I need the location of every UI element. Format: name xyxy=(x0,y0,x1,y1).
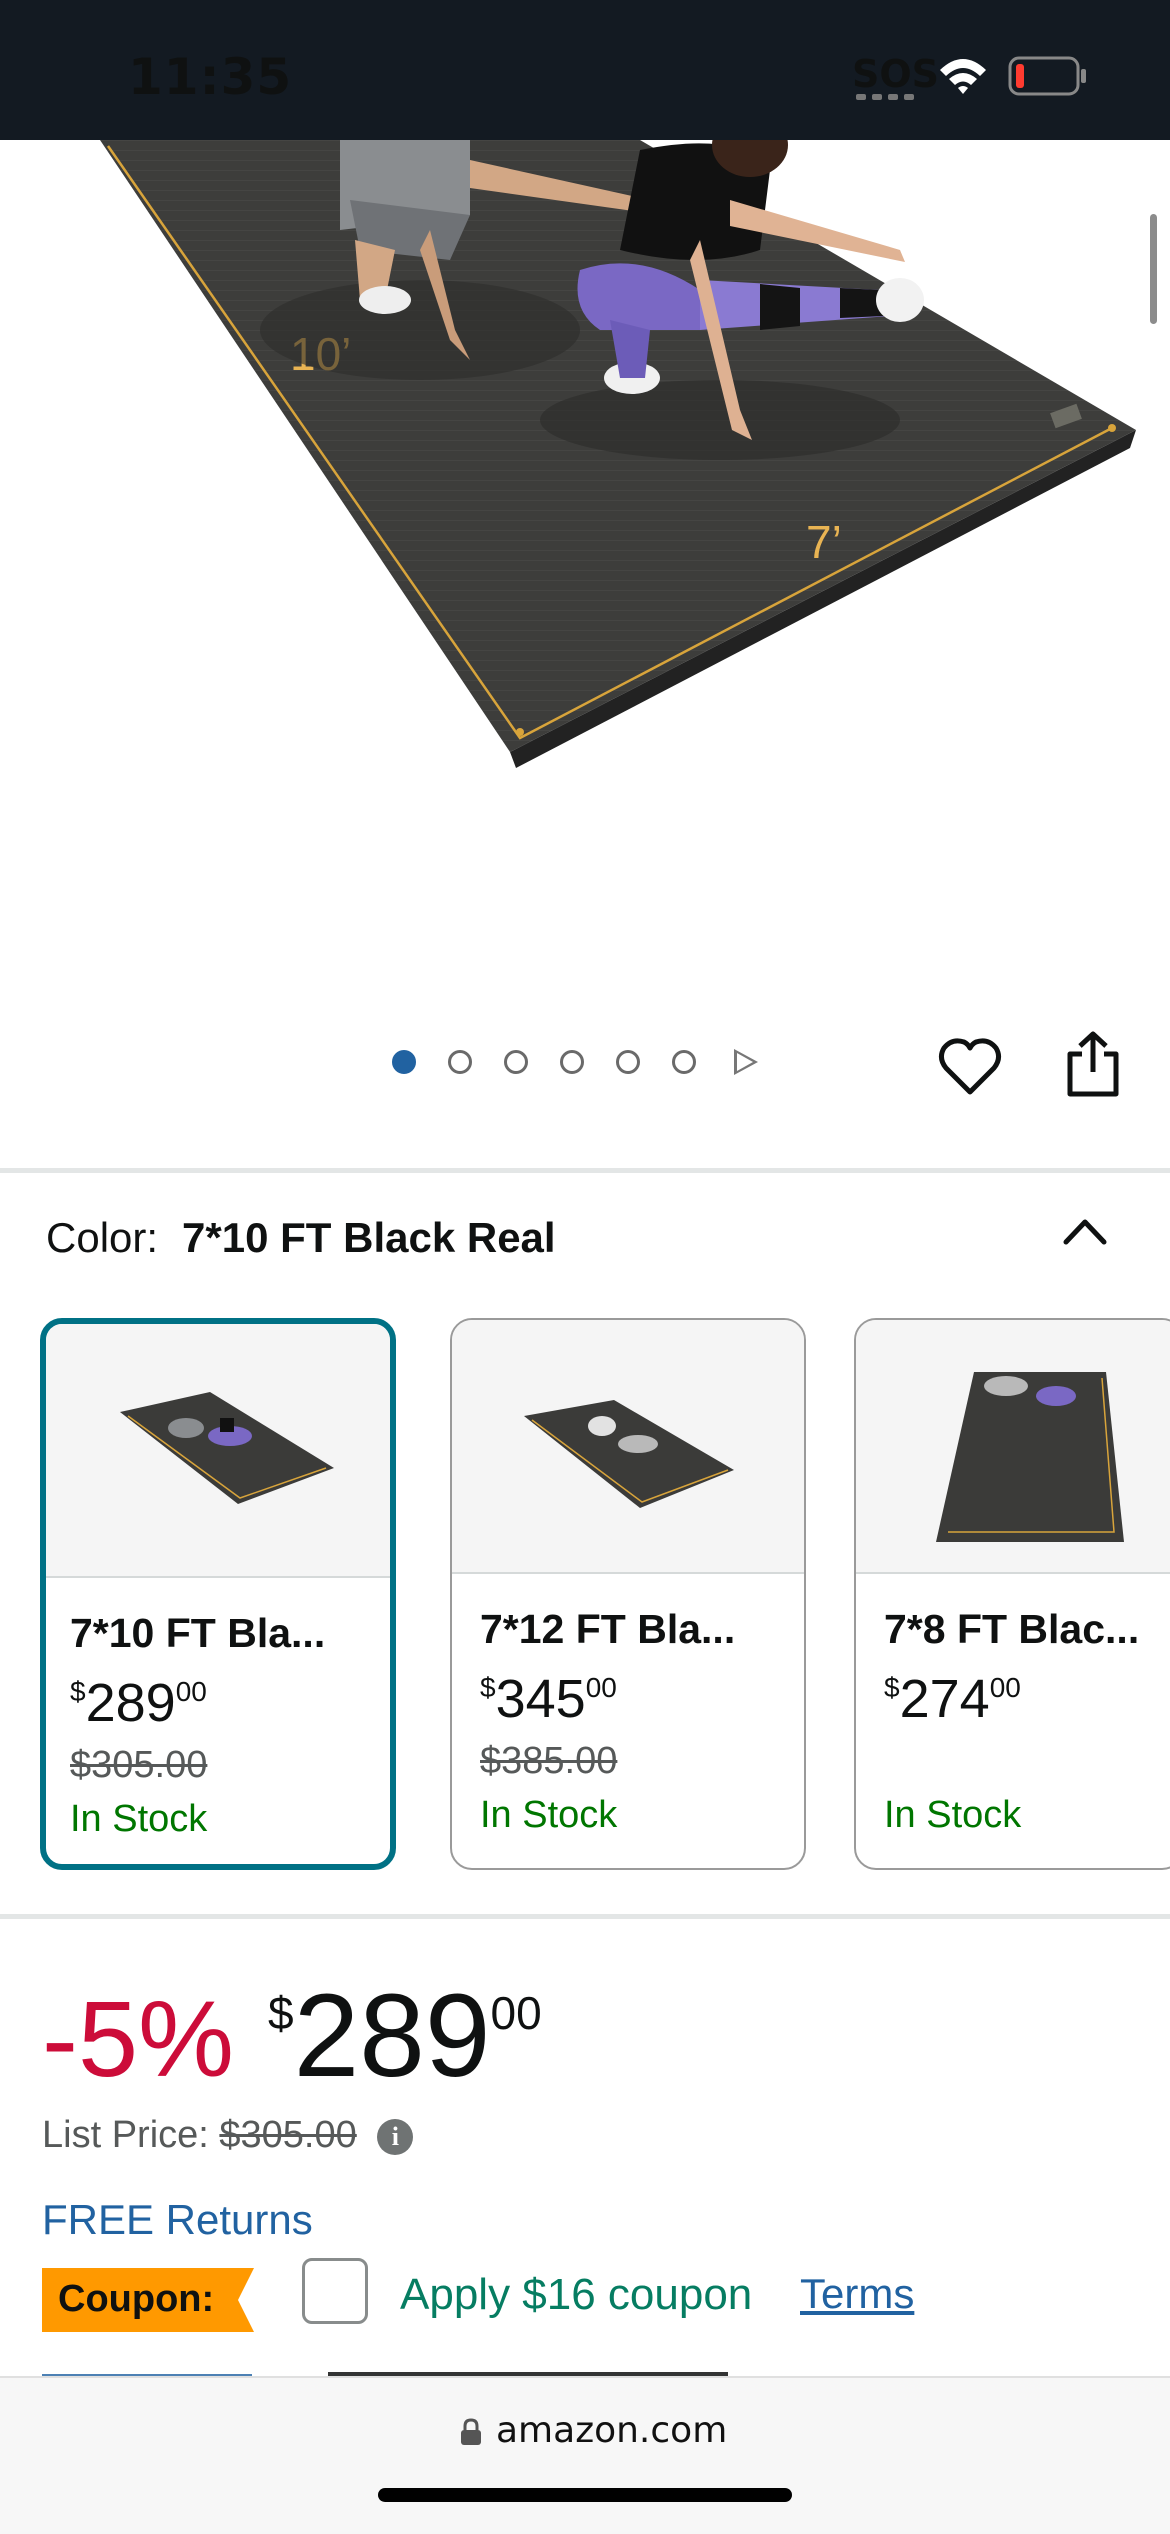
variant-list-price: $385.00 xyxy=(480,1740,618,1782)
discount-percent: -5% xyxy=(42,1978,235,2099)
list-price-row: List Price: $305.00 i xyxy=(42,2114,414,2157)
variant-title: 7*8 FT Blac... xyxy=(884,1606,1140,1652)
variant-price: $34500 xyxy=(480,1669,617,1729)
variant-stock: In Stock xyxy=(884,1794,1022,1836)
info-icon[interactable]: i xyxy=(377,2118,414,2155)
variant-title: 7*10 FT Bla... xyxy=(70,1610,326,1656)
sos-indicator: SOS xyxy=(852,52,940,96)
variant-stock: In Stock xyxy=(70,1798,208,1840)
color-label: Color: xyxy=(46,1214,159,1261)
image-carousel-dots[interactable] xyxy=(390,1049,770,1086)
variant-image xyxy=(856,1320,1170,1574)
carousel-dot-4[interactable] xyxy=(560,1050,584,1074)
section-divider xyxy=(0,1168,1170,1173)
wifi-icon xyxy=(940,59,986,94)
wishlist-heart-icon[interactable] xyxy=(938,1036,1002,1096)
share-icon[interactable] xyxy=(1064,1030,1122,1098)
carousel-dot-5[interactable] xyxy=(616,1050,640,1074)
coupon-checkbox[interactable] xyxy=(302,2258,368,2324)
battery-low-icon xyxy=(1008,56,1086,96)
carousel-dot-3[interactable] xyxy=(504,1050,528,1074)
carousel-dot-2[interactable] xyxy=(448,1050,472,1074)
exercise-mat-illustration: 10’ 7’ xyxy=(100,140,1136,768)
carousel-dot-1[interactable] xyxy=(392,1050,416,1074)
variant-swatch-7x12[interactable]: 7*12 FT Bla... $34500 $385.00 In Stock xyxy=(450,1318,806,1870)
variant-image xyxy=(46,1324,390,1578)
variant-title: 7*12 FT Bla... xyxy=(480,1606,736,1652)
home-indicator[interactable] xyxy=(378,2488,792,2502)
variant-stock: In Stock xyxy=(480,1794,618,1836)
list-price-label: List Price: xyxy=(42,2114,209,2156)
product-image[interactable]: 10’ 7’ xyxy=(0,140,1170,970)
variant-swatch-7x8[interactable]: 7*8 FT Blac... $27400 In Stock xyxy=(854,1318,1170,1870)
color-selected-value: 7*10 FT Black Real xyxy=(182,1214,556,1261)
status-time: 11:35 xyxy=(128,48,293,106)
coupon-terms-link[interactable]: Terms xyxy=(800,2270,914,2318)
variant-price: $27400 xyxy=(884,1669,1021,1729)
dimension-label-width: 7’ xyxy=(806,516,842,568)
video-play-icon[interactable] xyxy=(734,1049,758,1075)
list-price-value: $305.00 xyxy=(219,2114,357,2156)
browser-url[interactable]: amazon.com xyxy=(496,2410,727,2451)
carousel-dot-6[interactable] xyxy=(672,1050,696,1074)
browser-bottom-bar xyxy=(0,2376,1170,2534)
section-divider xyxy=(0,1914,1170,1919)
current-price: $28900 xyxy=(268,1970,542,2102)
variant-image xyxy=(452,1320,804,1574)
variant-list-price: $305.00 xyxy=(70,1744,208,1786)
free-returns-link[interactable]: FREE Returns xyxy=(42,2196,313,2244)
variant-swatch-7x10[interactable]: 7*10 FT Bla... $28900 $305.00 In Stock xyxy=(40,1318,396,1870)
variant-price: $28900 xyxy=(70,1673,207,1733)
scrollbar[interactable] xyxy=(1150,214,1157,324)
coupon-badge-label: Coupon: xyxy=(58,2278,215,2320)
signal-dots-icon xyxy=(856,94,914,100)
color-selector-heading: Color: 7*10 FT Black Real xyxy=(46,1214,556,1262)
lock-icon xyxy=(461,2418,481,2445)
apply-coupon-label[interactable]: Apply $16 coupon xyxy=(400,2270,752,2320)
chevron-up-icon[interactable] xyxy=(1062,1216,1108,1246)
